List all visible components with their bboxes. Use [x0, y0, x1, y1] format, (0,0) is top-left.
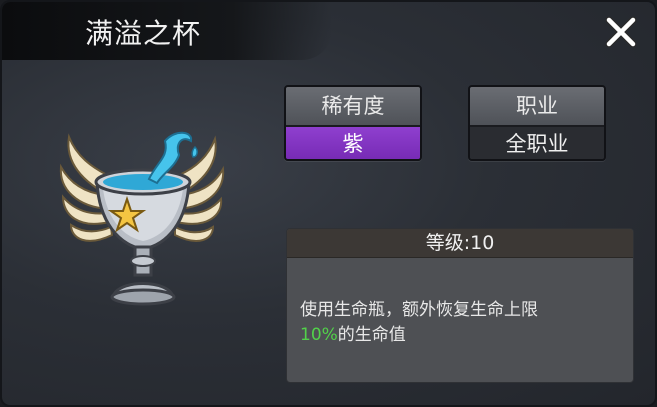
rarity-value: 紫: [286, 127, 420, 159]
effect-percent: 10%: [300, 325, 338, 345]
job-label: 职业: [470, 87, 604, 127]
window-title: 满溢之杯: [85, 17, 202, 50]
level-panel: 等级:10 使用生命瓶，额外恢复生命上限 10%的生命值: [286, 228, 634, 383]
effect-description: 使用生命瓶，额外恢复生命上限 10%的生命值: [287, 258, 633, 348]
item-detail-panel: 满溢之杯 稀有度 紫 职业 全职业 等级:10 使用生命瓶，额外恢复生命上限 1…: [0, 0, 657, 407]
job-value: 全职业: [470, 127, 604, 159]
rarity-label: 稀有度: [286, 87, 420, 127]
close-button[interactable]: [601, 12, 641, 52]
effect-line-1: 使用生命瓶，额外恢复生命上限: [300, 300, 538, 320]
close-icon: [605, 16, 637, 48]
effect-line-2-text: 的生命值: [337, 325, 406, 345]
job-box: 职业 全职业: [468, 85, 606, 161]
title-bar: 满溢之杯: [2, 2, 332, 60]
rarity-box: 稀有度 紫: [284, 85, 422, 161]
effect-line-2: 10%的生命值: [300, 323, 633, 348]
winged-chalice-icon: [57, 127, 227, 317]
level-label: 等级:10: [287, 229, 633, 258]
